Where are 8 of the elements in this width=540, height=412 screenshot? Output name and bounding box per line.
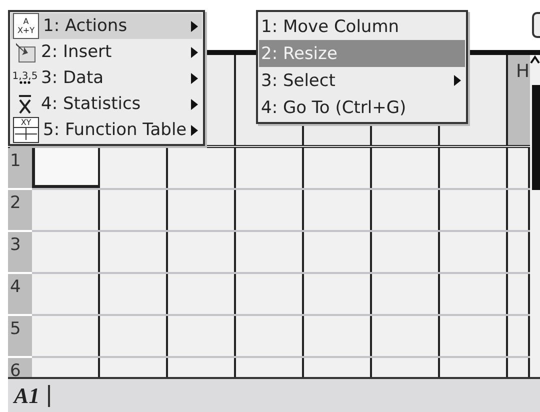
row-number: 5 xyxy=(8,316,32,358)
function-table-icon: XY xyxy=(13,117,39,143)
row-number: 3 xyxy=(8,232,32,274)
row-number: 6 xyxy=(8,358,32,377)
row-number: 2 xyxy=(8,190,32,232)
actions-icon: A X+Y xyxy=(13,13,39,39)
row-number: 4 xyxy=(8,274,32,316)
row-number: 1 xyxy=(8,148,32,190)
